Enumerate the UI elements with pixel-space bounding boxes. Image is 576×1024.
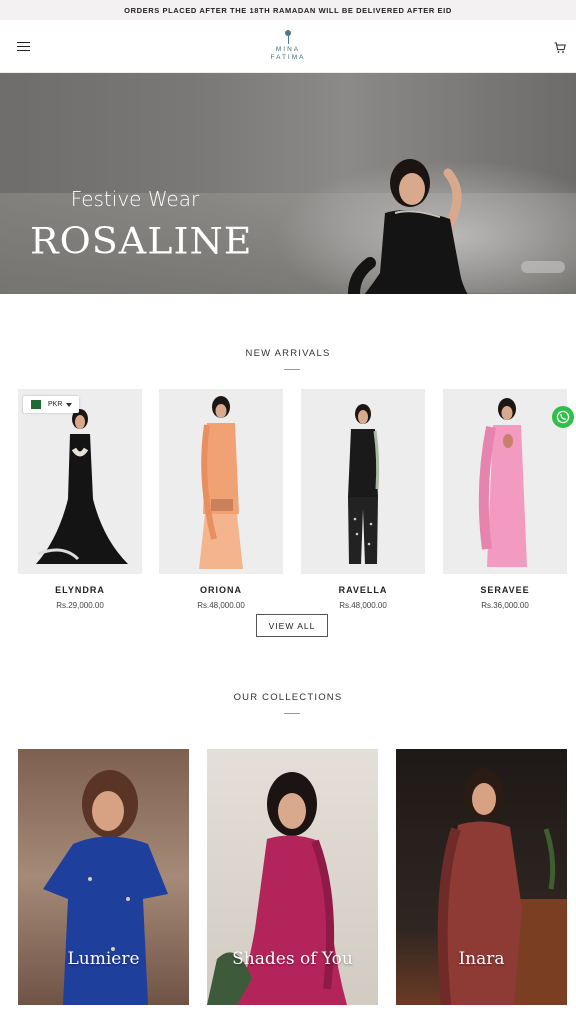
logo-text-line2: FATIMA — [270, 54, 306, 61]
product-price: Rs.36,000.00 — [481, 601, 529, 610]
hero-banner[interactable]: ROSALINE — [0, 73, 576, 294]
product-model-figure — [478, 398, 527, 567]
product-image[interactable] — [159, 389, 283, 574]
product-card[interactable]: SERAVEE Rs.36,000.00 — [443, 389, 567, 610]
logo-flower-icon — [283, 30, 293, 44]
hero-title: ROSALINE — [30, 220, 253, 262]
logo-text-line1: MINA — [275, 46, 301, 53]
product-model-figure — [36, 409, 128, 564]
collection-name: Lumiere — [67, 949, 140, 969]
collection-card-lumiere[interactable]: Lumiere — [18, 749, 189, 1005]
product-image[interactable] — [18, 389, 142, 574]
product-image[interactable] — [443, 389, 567, 574]
announcement-text: ORDERS PLACED AFTER THE 18TH RAMADAN WIL… — [124, 5, 452, 15]
product-image[interactable] — [301, 389, 425, 574]
section-divider — [284, 713, 300, 714]
product-price: Rs.29,000.00 — [56, 601, 104, 610]
slideshow-toggle[interactable] — [521, 261, 565, 273]
product-name[interactable]: ORIONA — [159, 585, 283, 595]
currency-code: PKR — [48, 401, 63, 408]
currency-selector[interactable]: PKR — [23, 396, 79, 413]
collections-title: OUR COLLECTIONS — [233, 692, 343, 703]
product-card[interactable]: ELYNDRA Rs.29,000.00 — [18, 389, 142, 610]
product-price: Rs.48,000.00 — [339, 601, 387, 610]
new-arrivals-title: NEW ARRIVALS — [245, 348, 331, 359]
site-header: MINA FATIMA — [0, 20, 576, 73]
product-name[interactable]: SERAVEE — [443, 585, 567, 595]
product-name[interactable]: RAVELLA — [301, 585, 425, 595]
collection-name: Shades of You — [232, 949, 353, 969]
view-all-button[interactable]: VIEW ALL — [256, 614, 328, 637]
whatsapp-chat-icon[interactable] — [552, 406, 574, 428]
brand-logo[interactable]: MINA FATIMA — [258, 30, 318, 62]
product-model-figure — [199, 396, 243, 569]
product-card[interactable]: ORIONA Rs.48,000.00 — [159, 389, 283, 610]
hero-subtitle: Festive Wear — [70, 187, 200, 211]
pakistan-flag-icon — [28, 400, 41, 409]
product-model-figure — [348, 404, 380, 564]
collection-card-shades-of-you[interactable]: Shades of You — [207, 749, 378, 1005]
section-divider — [284, 369, 300, 370]
chevron-down-icon — [66, 402, 73, 407]
product-price: Rs.48,000.00 — [197, 601, 245, 610]
announcement-bar: ORDERS PLACED AFTER THE 18TH RAMADAN WIL… — [0, 0, 576, 20]
hamburger-menu-icon[interactable] — [17, 42, 30, 52]
product-name[interactable]: ELYNDRA — [18, 585, 142, 595]
shopping-cart-icon[interactable] — [554, 41, 566, 53]
collection-card-inara[interactable]: Inara — [396, 749, 567, 1005]
product-card[interactable]: RAVELLA Rs.48,000.00 — [301, 389, 425, 610]
collection-name: Inara — [458, 949, 505, 969]
